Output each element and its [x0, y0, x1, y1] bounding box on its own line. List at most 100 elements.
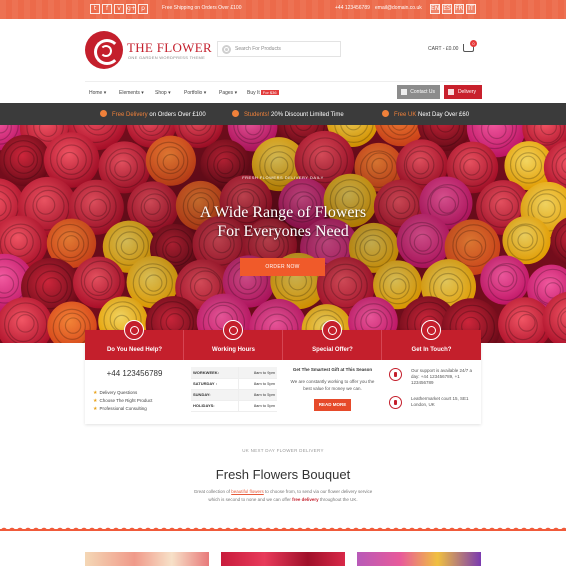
site-header: THE FLOWER ONE GARDEN WORDPRESS THEME CA…	[0, 19, 566, 81]
hero-banner: FRESH FLOWERS DELIVERY DAILY A Wide Rang…	[0, 125, 566, 343]
free-delivery-link[interactable]: free delivery	[292, 497, 319, 502]
help-item-label: Professional Consulting	[99, 406, 147, 411]
divider-bar	[0, 529, 566, 531]
hours-card-title: Working Hours	[212, 347, 255, 353]
promo-3-text: Next Day Over £60	[416, 112, 470, 118]
table-row: SUNDAY: 8am to 5pm	[191, 389, 277, 401]
star-icon: ★	[93, 398, 98, 404]
top-bar: t f v g+ p Free Shipping on Orders Over …	[0, 0, 566, 19]
nav-home-label: Home	[89, 90, 103, 96]
list-item: ★ Choose The Right Product	[93, 397, 152, 405]
nav-portfolio-label: Portfolio	[184, 90, 203, 96]
nav-divider	[85, 81, 481, 82]
offer-text: We are constantly working to offer you t…	[290, 379, 375, 391]
list-item: ★ Professional Consulting	[93, 405, 152, 413]
main-nav: Home ▾ Elements ▾ Shop ▾ Portfolio ▾ Pag…	[0, 81, 566, 103]
order-now-button[interactable]: ORDER NOW	[240, 258, 325, 276]
lang-it[interactable]: IT	[466, 4, 476, 14]
hours-day: SATURDAY :	[191, 378, 239, 390]
promo-students: Students! 20% Discount Limited Time	[232, 110, 344, 118]
promo-next-day: Free UK Next Day Over £60	[382, 110, 469, 118]
google-plus-icon[interactable]: g+	[126, 4, 136, 14]
bouquet-kicker: UK NEXT DAY FLOWER DELIVERY	[242, 448, 324, 453]
hours-card-header: Working Hours	[184, 320, 283, 360]
bouquet-title: Fresh Flowers Bouquet	[215, 467, 351, 482]
address-text: Leathermarket court 15, SE1 London, UK	[411, 396, 469, 407]
cart-total[interactable]: CART - £0.00	[428, 46, 458, 52]
hours-day: SUNDAY:	[191, 389, 239, 401]
topbar-email[interactable]: email@domain.co.uk	[375, 5, 422, 11]
nav-shop-label: Shop	[155, 90, 167, 96]
product-thumbnail[interactable]	[85, 552, 209, 566]
info-cards: Do You Need Help? Working Hours Special …	[85, 320, 481, 424]
delivery-button[interactable]: Delivery	[444, 85, 482, 99]
nav-pages[interactable]: Pages ▾	[219, 90, 237, 96]
offer-card-title: Special Offer?	[312, 347, 353, 353]
nav-buy-label: Buy It	[247, 90, 260, 96]
phone-icon	[401, 89, 407, 95]
hero-title-line-2: For Everyones Need	[217, 223, 349, 240]
help-card-header: Do You Need Help?	[85, 320, 184, 360]
nav-portfolio[interactable]: Portfolio ▾	[184, 90, 206, 96]
logo-subtitle: ONE GARDEN WORDPRESS THEME	[128, 55, 206, 60]
hours-time: 8am to 9pm	[237, 367, 277, 379]
globe-icon	[421, 320, 441, 340]
percent-icon	[232, 110, 239, 117]
list-item: ★ Delivery Questions	[93, 389, 152, 397]
pinterest-icon[interactable]: p	[138, 4, 148, 14]
bouquet-text-part: Great collection of	[193, 489, 232, 494]
plus-icon	[382, 110, 389, 117]
hero-title-line-1: A Wide Range of Flowers	[199, 204, 367, 221]
search-input[interactable]	[235, 43, 335, 55]
phone-icon	[389, 368, 402, 381]
clock-icon	[223, 320, 243, 340]
promo-1-text: on Orders Over £100	[147, 112, 206, 118]
product-thumbnail[interactable]	[221, 552, 345, 566]
help-card-title: Do You Need Help?	[106, 347, 163, 353]
lang-en[interactable]: EN	[430, 4, 440, 14]
social-links: t f v g+ p	[90, 4, 148, 14]
delivery-label: Delivery	[457, 89, 476, 95]
promo-bar: Free Delivery on Orders Over £100 Studen…	[0, 103, 566, 125]
hours-day: HOLIDAYS:	[191, 400, 239, 412]
nav-home[interactable]: Home ▾	[89, 90, 106, 96]
help-item-label: Delivery Questions	[99, 390, 138, 395]
offer-subtitle: Get The Smartest Gift at This Season	[292, 367, 373, 372]
lang-fr[interactable]: FR	[454, 4, 464, 14]
read-more-button[interactable]: READ MORE	[314, 399, 351, 411]
support-text: Our support is available 24/7 a day: +44…	[411, 368, 473, 385]
contact-us-button[interactable]: Contact Us	[397, 85, 440, 99]
bouquet-description: Great collection of beautiful flowers to…	[190, 488, 376, 504]
twitter-icon[interactable]: t	[90, 4, 100, 14]
promo-free-delivery: Free Delivery on Orders Over £100	[100, 110, 206, 118]
offer-card-header: Special Offer?	[283, 320, 382, 360]
cart-count-badge: 0	[470, 40, 477, 47]
nav-shop[interactable]: Shop ▾	[155, 90, 171, 96]
rose-logo-icon[interactable]	[85, 31, 123, 69]
vimeo-icon[interactable]: v	[114, 4, 124, 14]
product-thumbnail[interactable]	[357, 552, 481, 566]
lang-es[interactable]: ES	[442, 4, 452, 14]
hours-table: WORKWEEK: 8am to 9pm SATURDAY :8am to 5pm…	[191, 367, 277, 412]
hours-time: 8am to 5pm	[237, 378, 277, 390]
promo-2-text: 20% Discount Limited Time	[269, 112, 344, 118]
touch-card-header: Get In Touch?	[382, 320, 481, 360]
language-switcher: EN ES FR IT	[430, 4, 476, 14]
promo-1-highlight: Free Delivery	[112, 112, 148, 118]
table-row: WORKWEEK: 8am to 9pm	[191, 367, 277, 379]
logo-title[interactable]: THE FLOWER	[127, 40, 212, 56]
table-row: HOLIDAYS: 8am to 5pm	[191, 400, 277, 412]
search-icon[interactable]	[222, 45, 231, 54]
beautiful-flowers-link[interactable]: beautiful flowers	[231, 489, 264, 494]
nav-buy[interactable]: Buy It For $36	[247, 90, 279, 96]
nav-pages-label: Pages	[219, 90, 234, 96]
touch-card-title: Get In Touch?	[411, 347, 452, 353]
help-list: ★ Delivery Questions ★ Choose The Right Pr…	[93, 389, 152, 413]
hero-kicker: FRESH FLOWERS DELIVERY DAILY	[242, 175, 324, 180]
facebook-icon[interactable]: f	[102, 4, 112, 14]
help-phone[interactable]: +44 123456789	[85, 369, 184, 378]
search-box	[217, 41, 341, 57]
topbar-phone[interactable]: +44 123456789	[335, 5, 370, 11]
nav-elements[interactable]: Elements ▾	[119, 90, 144, 96]
hours-day: WORKWEEK:	[191, 367, 239, 379]
